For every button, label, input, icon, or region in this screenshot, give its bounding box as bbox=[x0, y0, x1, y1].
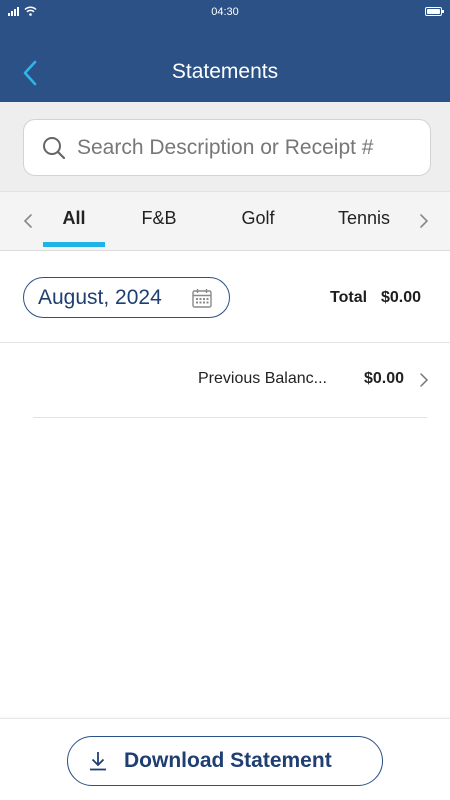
tab-all[interactable]: All bbox=[43, 208, 105, 229]
download-statement-button[interactable]: Download Statement bbox=[67, 736, 383, 786]
download-icon bbox=[90, 752, 106, 771]
tab-fnb[interactable]: F&B bbox=[130, 208, 188, 229]
total-value: $0.00 bbox=[381, 289, 422, 306]
month-picker[interactable]: August, 2024 bbox=[23, 277, 230, 318]
status-bar: 04:30 bbox=[0, 0, 450, 26]
battery-icon bbox=[425, 7, 444, 16]
status-time: 04:30 bbox=[211, 6, 239, 18]
search-section bbox=[0, 102, 450, 191]
tabs-scroll-right-button[interactable] bbox=[416, 210, 432, 232]
search-box[interactable] bbox=[23, 119, 431, 176]
tab-golf[interactable]: Golf bbox=[230, 208, 286, 229]
category-tabs: All F&B Golf Tennis bbox=[0, 191, 450, 251]
row-description: Previous Balanc... bbox=[198, 370, 327, 387]
statement-row-previous-balance[interactable]: Previous Balanc... $0.00 bbox=[33, 343, 429, 418]
chevron-left-icon bbox=[23, 214, 32, 228]
footer-bar: Download Statement bbox=[0, 718, 450, 800]
month-label: August, 2024 bbox=[38, 285, 162, 309]
app-header: 04:30 Statements bbox=[0, 0, 450, 102]
selected-tab-indicator bbox=[43, 242, 105, 247]
search-icon bbox=[41, 135, 67, 161]
calendar-icon bbox=[192, 289, 212, 308]
total-label: Total bbox=[330, 289, 368, 306]
tabs-scroll-left-button[interactable] bbox=[20, 210, 36, 232]
download-statement-label: Download Statement bbox=[124, 749, 332, 772]
filter-row: August, 2024 Total $0.00 bbox=[0, 251, 450, 343]
row-amount: $0.00 bbox=[364, 370, 405, 387]
search-input[interactable] bbox=[77, 135, 397, 160]
page-title: Statements bbox=[171, 60, 279, 83]
chevron-right-icon bbox=[420, 214, 429, 228]
tab-tennis[interactable]: Tennis bbox=[332, 208, 396, 229]
chevron-right-icon bbox=[420, 373, 429, 387]
